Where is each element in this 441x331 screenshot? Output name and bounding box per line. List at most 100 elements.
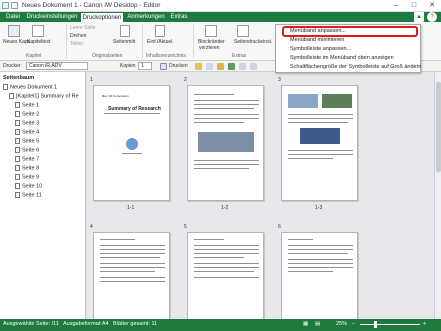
text-line <box>288 267 353 268</box>
text-line <box>100 249 165 250</box>
chapter-icon <box>9 93 14 99</box>
page-icon <box>15 120 20 126</box>
chapter-text-button[interactable]: Kapiteltext <box>27 39 50 45</box>
text-line <box>288 154 353 155</box>
printer-select[interactable]: Canon iR-ADV <box>26 62 88 70</box>
ribbon-separator <box>193 24 194 58</box>
page-icon <box>15 156 20 162</box>
tree-page[interactable]: Seite 6 <box>15 147 39 153</box>
vertical-scrollbar[interactable] <box>434 72 441 319</box>
tree-root[interactable]: Neues Dokument 1 <box>3 84 57 90</box>
zoom-slider-thumb[interactable] <box>374 321 377 328</box>
group-label-kapitel: Kapitel <box>26 53 42 59</box>
text-line <box>100 245 165 246</box>
text-line <box>100 257 160 258</box>
maximize-icon[interactable]: □ <box>405 0 423 11</box>
page-icon <box>15 174 20 180</box>
photo-image <box>288 94 318 108</box>
group-label-originalseiten: Originalseiten <box>92 53 123 59</box>
tree-page-label: Seite 2 <box>22 111 40 118</box>
blank-page-button[interactable]: Leere Seite <box>70 25 96 31</box>
zoom-out-icon[interactable]: − <box>352 321 355 327</box>
text-line <box>100 271 155 272</box>
view-mode-icon[interactable]: ▦ <box>303 321 308 327</box>
tab-druckeinstellungen[interactable]: Druckeinstellungen <box>26 12 78 22</box>
view-icon[interactable] <box>239 63 246 70</box>
tree-page-label: Seite 1 <box>22 102 40 109</box>
text-line <box>194 160 259 161</box>
page-thumbnail[interactable] <box>93 232 170 319</box>
page-thumbnail[interactable] <box>281 85 358 201</box>
status-bar: Ausgewählte Seite: /11 Ausgabeformat:A4 … <box>0 319 441 331</box>
menu-item-customize-ribbon[interactable]: Menüband anpassen... <box>290 28 346 34</box>
scrollbar-thumb[interactable] <box>436 82 441 172</box>
zoom-level: 25% <box>336 321 348 327</box>
layout-icon[interactable] <box>250 63 257 70</box>
tab-extras[interactable]: Extras <box>168 12 190 22</box>
window-title: Neues Dokument 1 - Canon iW Desktop - Ed… <box>22 2 161 9</box>
tree-page[interactable]: Seite 5 <box>15 138 39 144</box>
menu-item-toolbar-large[interactable]: Schaltflächengröße der Symbolleiste auf … <box>290 64 421 70</box>
logo-image <box>126 138 138 150</box>
new-chapter-icon <box>8 25 20 37</box>
view-mode-icon[interactable]: ▤ <box>315 321 320 327</box>
text-line <box>194 114 259 115</box>
tree-page[interactable]: Seite 3 <box>15 120 39 126</box>
text-line <box>100 277 165 278</box>
text-line <box>104 113 160 114</box>
toc-insert-button[interactable]: Einf./Aktuel. <box>147 39 174 45</box>
page-center-button[interactable]: Seitenmitt <box>113 39 135 45</box>
page-number: 2 <box>184 77 187 83</box>
save-icon[interactable] <box>11 2 18 9</box>
group-label-extras: Extras <box>232 53 247 59</box>
tree-page[interactable]: Seite 7 <box>15 156 39 162</box>
copies-input[interactable]: 1 <box>138 62 152 70</box>
tree-page-label: Seite 7 <box>22 156 40 163</box>
minimize-icon[interactable]: – <box>387 0 405 11</box>
tree-page[interactable]: Seite 10 <box>15 183 42 189</box>
tree-page[interactable]: Seite 1 <box>15 102 39 108</box>
zoom-in-icon[interactable]: + <box>423 321 426 327</box>
tab-druckoptionen[interactable]: Druckoptionen <box>80 12 124 22</box>
group-label-inhaltsverzeichnis: Inhaltsverzeichnis <box>146 53 186 59</box>
tree-page[interactable]: Seite 8 <box>15 165 39 171</box>
text-line <box>288 271 333 272</box>
chart-image <box>300 128 340 144</box>
help-icon[interactable]: ? <box>427 12 437 22</box>
page-number: 5 <box>184 224 187 230</box>
tab-anmerkungen[interactable]: Anmerkungen <box>126 12 166 22</box>
tree-page[interactable]: Seite 9 <box>15 174 39 180</box>
close-icon[interactable]: ✕ <box>423 0 441 11</box>
text-line <box>194 164 259 165</box>
tab-datei[interactable]: Datei <box>2 12 24 22</box>
toc-icon <box>155 25 165 37</box>
block-border-icon <box>205 25 217 37</box>
tree-chapter[interactable]: [Kapitel1] Summary of Re <box>9 93 79 99</box>
edit-icon[interactable] <box>217 63 224 70</box>
folder-icon[interactable] <box>195 63 202 70</box>
document-icon[interactable] <box>206 63 213 70</box>
page-thumbnail[interactable]: Rev. 00 Corporation Summary of Research <box>93 85 170 201</box>
page-thumbnail[interactable] <box>281 232 358 319</box>
page-icon <box>15 183 20 189</box>
page-title-text: Summary of Research <box>108 106 161 112</box>
ribbon-collapse-icon[interactable]: ▲ <box>414 12 424 22</box>
text-line <box>288 118 353 119</box>
text-line <box>194 168 249 169</box>
menu-item-toolbar-above[interactable]: Symbolleiste im Menüband oben anzeigen <box>290 55 394 61</box>
page-thumbnail[interactable] <box>187 85 264 201</box>
total-sheets-status: Blätter gesamt: 11 <box>113 321 158 327</box>
menu-item-minimize-ribbon[interactable]: Menüband minimieren <box>290 37 344 43</box>
rotate-button[interactable]: Drehen <box>70 33 86 39</box>
tree-page[interactable]: Seite 11 <box>15 192 42 198</box>
menu-item-customize-toolbar[interactable]: Symbolleiste anpassen... <box>290 46 351 52</box>
page-thumbnail[interactable] <box>187 232 264 319</box>
text-line <box>194 263 259 264</box>
check-icon[interactable] <box>228 63 235 70</box>
zoom-slider[interactable] <box>360 324 420 325</box>
split-button[interactable]: Teilen <box>70 41 83 47</box>
print-button[interactable]: Drucken <box>169 63 188 69</box>
page-print-settings-button[interactable]: Seitendruckeinst. <box>234 39 272 45</box>
tree-page[interactable]: Seite 4 <box>15 129 39 135</box>
tree-page[interactable]: Seite 2 <box>15 111 39 117</box>
